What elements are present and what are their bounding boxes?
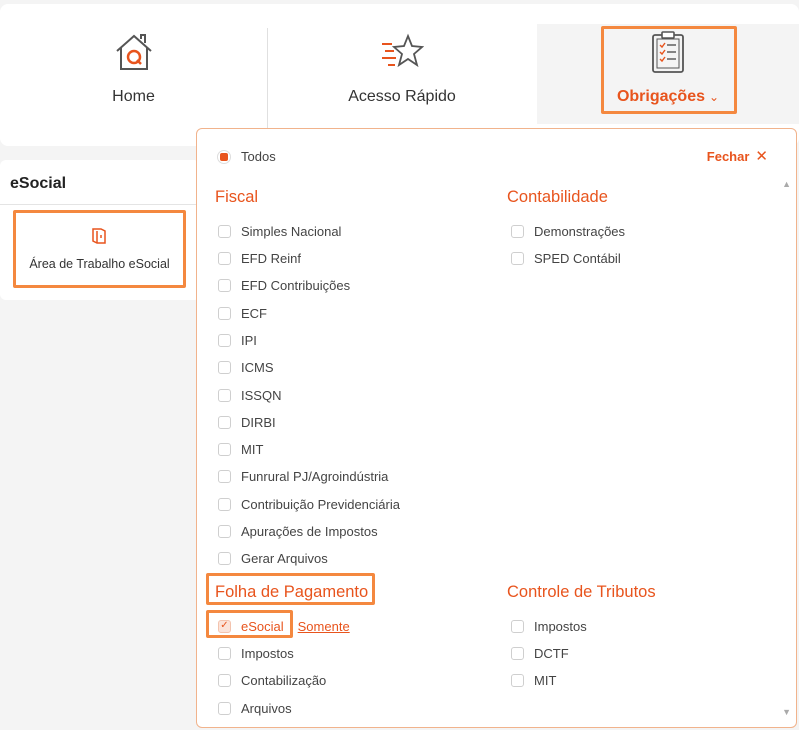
checkbox-box[interactable] [511, 224, 524, 238]
area-trabalho-esocial-label: Área de Trabalho eSocial [29, 257, 170, 271]
checkbox-simples-nacional[interactable]: Simples Nacional [218, 222, 341, 240]
checkbox-box-checked[interactable] [218, 619, 231, 633]
checkbox-arquivos[interactable]: Arquivos [218, 699, 292, 717]
checkbox-box[interactable] [218, 551, 231, 565]
scroll-up-icon[interactable]: ▲ [782, 179, 791, 189]
book-icon [91, 227, 109, 245]
checkbox-dirbi[interactable]: DIRBI [218, 413, 276, 431]
checkbox-dctf[interactable]: DCTF [511, 644, 569, 662]
checkbox-box[interactable] [218, 415, 231, 429]
close-icon: ✕ [755, 148, 768, 165]
panel-divider [0, 204, 200, 205]
checkbox-icms[interactable]: ICMS [218, 358, 274, 376]
checkbox-box[interactable] [218, 442, 231, 456]
checkbox-label: DCTF [534, 645, 569, 661]
checkbox-label: Simples Nacional [241, 223, 342, 239]
tab-home-label: Home [112, 88, 155, 105]
esocial-panel-title: eSocial [10, 175, 67, 192]
checkbox-label: MIT [534, 672, 557, 688]
todos-option[interactable]: Todos [217, 149, 276, 164]
checkbox-label: Arquivos [241, 700, 292, 716]
close-button[interactable]: Fechar ✕ [707, 149, 768, 164]
tab-acesso-rapido[interactable]: Acesso Rápido [268, 24, 536, 124]
close-label: Fechar [706, 149, 750, 164]
checkbox-label: SPED Contábil [534, 250, 621, 266]
checkbox-label: DIRBI [241, 414, 276, 430]
checkbox-box[interactable] [511, 646, 524, 660]
checkbox-label: EFD Reinf [241, 250, 301, 266]
top-navigation: Home Acesso Rápido Obrigações ⌄ [0, 4, 799, 146]
checkbox-label: Funrural PJ/Agroindústria [241, 468, 389, 484]
checkbox-ecf[interactable]: ECF [218, 304, 267, 322]
scroll-down-icon[interactable]: ▼ [782, 707, 791, 717]
tab-home[interactable]: Home [0, 24, 267, 124]
checkbox-label: Contabilização [241, 672, 327, 688]
checkbox-box[interactable] [218, 646, 231, 660]
section-folha-title: Folha de Pagamento [215, 583, 369, 601]
tab-obrigacoes[interactable]: Obrigações ⌄ [537, 24, 799, 124]
checkbox-esocial[interactable]: eSocial Somente [218, 617, 350, 635]
checkbox-box[interactable] [218, 497, 231, 511]
checkbox-box[interactable] [511, 251, 524, 265]
checkbox-issqn[interactable]: ISSQN [218, 386, 281, 404]
checkbox-folha-impostos[interactable]: Impostos [218, 644, 294, 662]
checkbox-gerar-arquivos[interactable]: Gerar Arquivos [218, 549, 328, 567]
checkbox-apuracoes-impostos[interactable]: Apurações de Impostos [218, 522, 378, 540]
checkbox-box[interactable] [511, 619, 524, 633]
somente-link[interactable]: Somente [298, 619, 350, 634]
checkbox-box[interactable] [218, 278, 231, 292]
checkbox-efd-contribuicoes[interactable]: EFD Contribuições [218, 276, 350, 294]
todos-label: Todos [241, 149, 276, 164]
checkbox-efd-reinf[interactable]: EFD Reinf [218, 249, 301, 267]
esocial-panel: eSocial Área de Trabalho eSocial [0, 160, 200, 300]
checkbox-ipi[interactable]: IPI [218, 331, 257, 349]
section-contabilidade-title: Contabilidade [507, 188, 608, 206]
checkbox-label: Contribuição Previdenciária [241, 496, 400, 512]
checkbox-sped-contabil[interactable]: SPED Contábil [511, 249, 621, 267]
checkbox-label: eSocial [241, 618, 284, 634]
checkbox-demonstracoes[interactable]: Demonstrações [511, 222, 625, 240]
checkbox-label: Gerar Arquivos [241, 550, 328, 566]
tab-acesso-label: Acesso Rápido [348, 88, 456, 105]
star-icon [380, 30, 424, 74]
checkbox-box[interactable] [218, 524, 231, 538]
checkbox-controle-mit[interactable]: MIT [511, 671, 556, 689]
area-trabalho-esocial-card[interactable]: Área de Trabalho eSocial [13, 210, 186, 288]
home-icon [112, 30, 156, 74]
checkbox-contabilizacao[interactable]: Contabilização [218, 671, 326, 689]
checkbox-label: ECF [241, 305, 267, 321]
checkbox-box[interactable] [218, 306, 231, 320]
checkbox-label: Demonstrações [534, 223, 626, 239]
checkbox-box[interactable] [218, 469, 231, 483]
obrigacoes-highlight [601, 26, 737, 114]
checkbox-box[interactable] [218, 251, 231, 265]
checkbox-label: MIT [241, 441, 264, 457]
section-fiscal-title: Fiscal [215, 188, 259, 206]
todos-radio[interactable] [217, 149, 231, 164]
checkbox-box[interactable] [218, 388, 231, 402]
checkbox-box[interactable] [511, 673, 524, 687]
section-controle-title: Controle de Tributos [507, 583, 656, 601]
checkbox-box[interactable] [218, 673, 231, 687]
checkbox-label: EFD Contribuições [241, 277, 351, 293]
checkbox-label: Impostos [534, 618, 587, 634]
checkbox-label: ISSQN [241, 387, 282, 403]
checkbox-box[interactable] [218, 360, 231, 374]
checkbox-box[interactable] [218, 224, 231, 238]
checkbox-controle-impostos[interactable]: Impostos [511, 617, 587, 635]
checkbox-label: ICMS [241, 359, 274, 375]
checkbox-box[interactable] [218, 333, 231, 347]
checkbox-funrural[interactable]: Funrural PJ/Agroindústria [218, 467, 388, 485]
checkbox-label: IPI [241, 332, 257, 348]
checkbox-contribuicao-previdenciaria[interactable]: Contribuição Previdenciária [218, 495, 400, 513]
checkbox-label: Impostos [241, 645, 294, 661]
checkbox-box[interactable] [218, 701, 231, 715]
checkbox-mit[interactable]: MIT [218, 440, 263, 458]
checkbox-label: Apurações de Impostos [241, 523, 378, 539]
obrigacoes-dropdown: Todos Fechar ✕ ▲ ▼ Fiscal Simples Nacion… [196, 128, 797, 728]
